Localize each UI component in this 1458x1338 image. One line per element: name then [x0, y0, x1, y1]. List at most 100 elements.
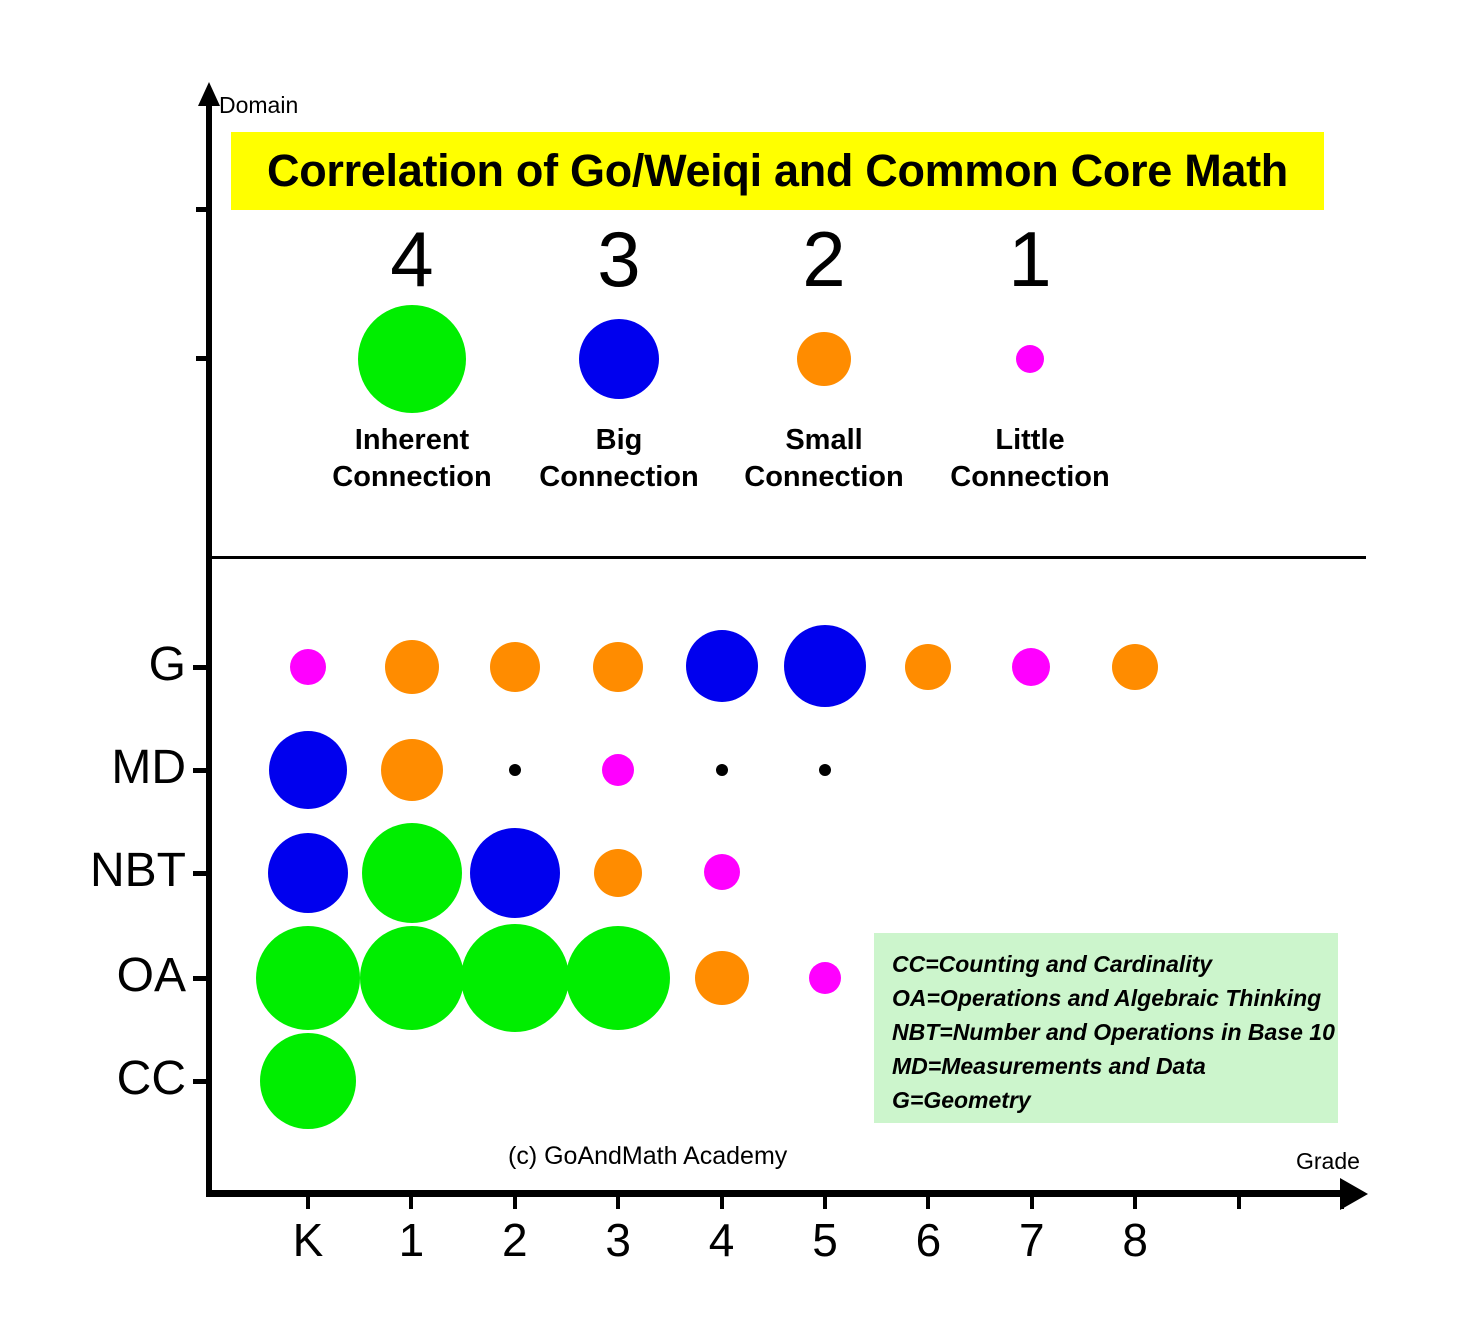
bubble-G-1 [385, 640, 439, 694]
size-legend-label-line2: Connection [950, 461, 1110, 493]
size-legend-number: 1 [1008, 215, 1052, 303]
y-tick-label-G: G [148, 638, 186, 691]
y-axis-arrowhead [198, 82, 220, 106]
x-axis-arrowhead [1340, 1178, 1368, 1210]
size-legend-item-4: 4 Inherent Connection [322, 218, 502, 496]
size-legend-label-line2: Connection [539, 461, 699, 493]
size-legend-swatch-area [734, 300, 914, 418]
size-legend-item-1: 1 Little Connection [940, 218, 1120, 496]
bubble-G-3 [593, 642, 643, 692]
y-tick-label-wrap: OA [0, 952, 186, 1000]
x-tick-mark [616, 1196, 621, 1209]
y-axis-mark [196, 356, 207, 361]
x-axis-title: Grade [1296, 1148, 1360, 1174]
legend-plot-divider [206, 556, 1366, 559]
size-legend-circle-icon [1016, 345, 1044, 373]
y-tick-mark [193, 768, 207, 773]
x-tick-mark [306, 1196, 310, 1209]
y-tick-label-MD: MD [111, 741, 186, 794]
size-legend-label-line1: Little [995, 424, 1065, 456]
bubble-OA-4 [695, 951, 749, 1005]
abbreviation-line: CC=Counting and Cardinality [892, 951, 1213, 977]
size-legend-number: 4 [390, 215, 434, 303]
bubble-OA-K [256, 926, 360, 1030]
x-tick-mark [512, 1196, 517, 1209]
abbreviation-line: NBT=Number and Operations in Base 10 [892, 1019, 1335, 1045]
x-tick-label-K: K [292, 1214, 324, 1266]
y-tick-mark [193, 976, 207, 981]
x-tick-label-1: 1 [398, 1214, 425, 1266]
y-tick-mark [193, 1079, 207, 1084]
y-tick-label-wrap: NBT [0, 847, 186, 895]
x-tick-label-2: 2 [502, 1214, 528, 1266]
x-tick-mark [409, 1196, 414, 1209]
y-axis-mark [196, 207, 207, 212]
bubble-OA-5 [809, 962, 841, 994]
size-legend-circle-icon [358, 305, 466, 413]
y-tick-label-wrap: MD [0, 744, 186, 792]
bubble-MD-5 [819, 764, 831, 776]
bubble-G-6 [905, 644, 951, 690]
y-tick-mark [193, 871, 207, 876]
y-tick-mark [193, 665, 207, 670]
abbreviation-line: OA=Operations and Algebraic Thinking [892, 985, 1322, 1011]
x-tick-mark [926, 1196, 931, 1209]
abbreviation-line: MD=Measurements and Data [892, 1053, 1206, 1079]
bubble-G-5 [784, 625, 866, 707]
bubble-MD-2 [509, 764, 521, 776]
x-tick-label-3: 3 [605, 1214, 631, 1266]
size-legend-item-2: 2 Small Connection [734, 218, 914, 496]
bubble-G-4 [686, 630, 758, 702]
y-tick-label-OA: OA [116, 949, 186, 1002]
bubble-G-8 [1112, 644, 1158, 690]
bubble-NBT-3 [594, 849, 642, 897]
size-legend-item-3: 3 Big Connection [529, 218, 709, 496]
x-tick-mark [1029, 1196, 1034, 1209]
size-legend-circle-icon [797, 332, 851, 386]
size-legend-swatch-area [940, 300, 1120, 418]
bubble-G-K [290, 649, 326, 685]
x-tick-label-4: 4 [708, 1214, 735, 1266]
x-tick-mark [1236, 1196, 1241, 1209]
title-banner: Correlation of Go/Weiqi and Common Core … [231, 132, 1324, 210]
bubble-OA-3 [566, 926, 670, 1030]
credit-text: (c) GoAndMath Academy [508, 1142, 788, 1170]
page-title: Correlation of Go/Weiqi and Common Core … [267, 145, 1288, 196]
x-tick-mark [1133, 1196, 1138, 1209]
y-tick-label-wrap: CC [0, 1055, 186, 1103]
size-legend-label-line1: Inherent [354, 424, 470, 456]
x-tick-mark [719, 1196, 724, 1209]
bubble-G-2 [490, 642, 540, 692]
bubble-MD-1 [381, 739, 443, 801]
bubble-NBT-1 [362, 823, 462, 923]
bubble-NBT-K [268, 833, 348, 913]
x-axis-line [206, 1190, 1346, 1197]
chart-canvas: Domain Grade Correlation of Go/Weiqi and… [0, 0, 1458, 1338]
bubble-OA-2 [461, 924, 569, 1032]
x-tick-label-8: 8 [1122, 1214, 1148, 1266]
size-legend-swatch-area [322, 300, 502, 418]
size-legend-swatch-area [529, 300, 709, 418]
bubble-MD-K [269, 731, 347, 809]
y-axis-title: Domain [219, 92, 299, 118]
bubble-CC-K [260, 1033, 356, 1129]
size-legend-label-line2: Connection [332, 461, 492, 493]
bubble-MD-3 [602, 754, 634, 786]
y-axis-line [206, 100, 212, 1196]
x-tick-label-5: 5 [812, 1214, 838, 1266]
x-tick-mark [1340, 1196, 1344, 1209]
x-tick-label-7: 7 [1019, 1214, 1045, 1266]
x-tick-mark [823, 1196, 827, 1209]
x-tick-label-6: 6 [915, 1214, 942, 1266]
abbreviation-line: G=Geometry [892, 1087, 1031, 1113]
size-legend-label-line1: Small [785, 424, 863, 456]
abbreviation-key-box: CC=Counting and Cardinality OA=Operations… [874, 933, 1338, 1123]
bubble-G-7 [1012, 648, 1050, 686]
y-tick-label-CC: CC [116, 1052, 186, 1105]
size-legend-label-line2: Connection [744, 461, 904, 493]
bubble-MD-4 [716, 764, 728, 776]
bubble-OA-1 [360, 926, 464, 1030]
y-tick-label-wrap: G [0, 641, 186, 689]
size-legend-label-line1: Big [595, 424, 643, 456]
bubble-NBT-2 [470, 828, 560, 918]
